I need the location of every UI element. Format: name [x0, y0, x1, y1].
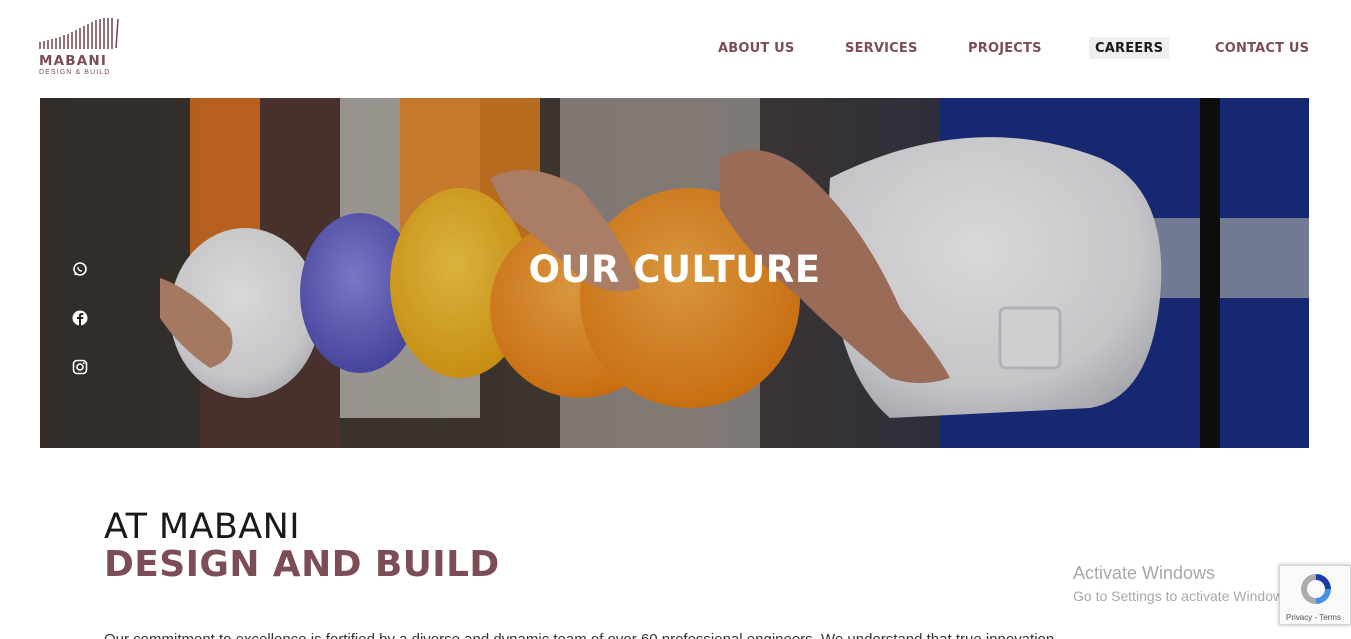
instagram-icon[interactable]	[72, 359, 88, 375]
activate-windows-subtitle: Go to Settings to activate Windows.	[1073, 588, 1294, 604]
recaptcha-icon	[1301, 574, 1331, 604]
nav-careers[interactable]: CAREERS	[1089, 37, 1170, 59]
intro-paragraph: Our commitment to excellence is fortifie…	[104, 631, 1254, 639]
recaptcha-badge[interactable]: Privacy - Terms	[1279, 565, 1351, 625]
intro-heading-line2: DESIGN AND BUILD	[104, 544, 500, 585]
nav-contact-us[interactable]: CONTACT US	[1215, 37, 1309, 59]
hero-banner: OUR CULTURE	[40, 98, 1309, 448]
facebook-icon[interactable]	[72, 310, 88, 326]
logo-tagline: DESIGN & BUILD	[39, 69, 111, 76]
nav-services[interactable]: SERVICES	[845, 37, 918, 59]
logo-name: MABANI	[39, 53, 108, 69]
intro-heading-line1: AT MABANI	[104, 507, 300, 547]
activate-windows-title: Activate Windows	[1073, 563, 1216, 583]
whatsapp-icon[interactable]	[72, 261, 88, 277]
logo-mark-icon	[39, 18, 119, 49]
recaptcha-links[interactable]: Privacy - Terms	[1286, 613, 1341, 622]
nav-projects[interactable]: PROJECTS	[968, 37, 1042, 59]
nav-about-us[interactable]: ABOUT US	[718, 37, 795, 59]
hero-title: OUR CULTURE	[528, 248, 821, 291]
logo[interactable]: MABANI DESIGN & BUILD	[38, 17, 122, 79]
